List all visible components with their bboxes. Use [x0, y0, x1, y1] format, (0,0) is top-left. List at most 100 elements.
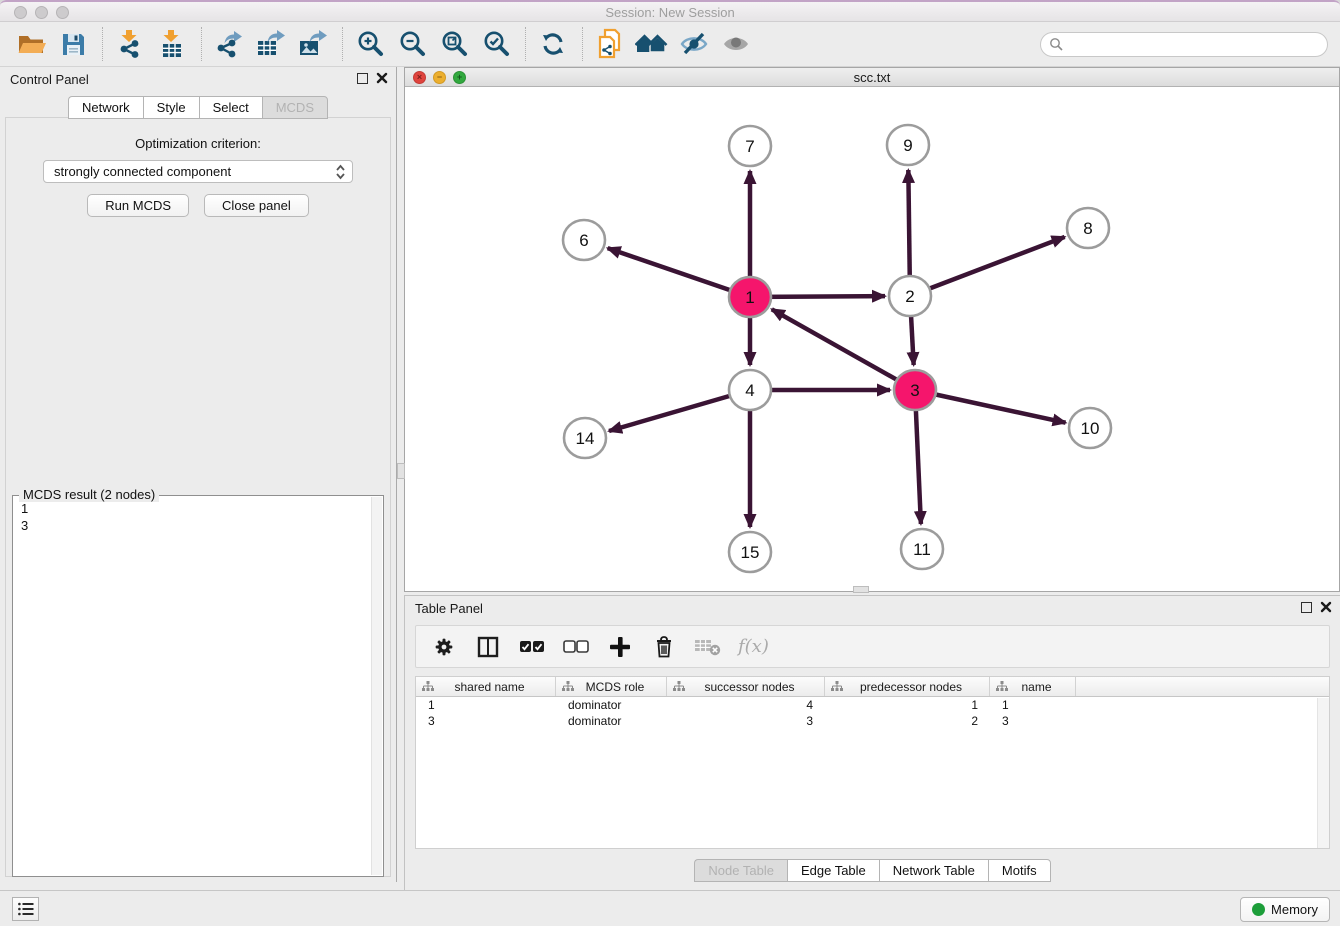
table-row[interactable]: 1dominator411 [416, 697, 1329, 713]
graph-edge-2-8[interactable] [910, 237, 1065, 296]
column-header-successor-nodes[interactable]: successor nodes [667, 677, 825, 696]
reset-view-icon[interactable] [635, 28, 669, 60]
graph-node-2[interactable]: 2 [889, 276, 931, 316]
table-settings-icon[interactable] [430, 633, 458, 661]
graph-node-10[interactable]: 10 [1069, 408, 1111, 448]
graph-node-3[interactable]: 3 [894, 370, 936, 410]
run-mcds-button[interactable]: Run MCDS [87, 194, 189, 217]
graph-node-label: 2 [905, 287, 914, 306]
graph-node-9[interactable]: 9 [887, 125, 929, 165]
tab-motifs[interactable]: Motifs [988, 859, 1051, 882]
table-cell[interactable]: dominator [556, 698, 667, 712]
select-stepper-icon [335, 163, 346, 184]
close-panel-button[interactable]: Close panel [204, 194, 309, 217]
column-header-name[interactable]: name [990, 677, 1076, 696]
table-cell[interactable]: 1 [416, 698, 556, 712]
graph-edge-3-10[interactable] [915, 390, 1066, 423]
search-box[interactable] [1040, 32, 1328, 57]
tab-style[interactable]: Style [143, 96, 199, 119]
tab-node-table[interactable]: Node Table [694, 859, 787, 882]
criterion-selected-value: strongly connected component [54, 164, 231, 179]
network-window-title: scc.txt [405, 70, 1339, 85]
refresh-icon[interactable] [536, 28, 570, 60]
table-header-row: shared nameMCDS rolesuccessor nodesprede… [416, 677, 1329, 697]
copy-current-style-icon[interactable] [593, 28, 627, 60]
zoom-in-icon[interactable] [353, 28, 387, 60]
memory-label: Memory [1271, 902, 1318, 917]
mcds-result-list: 13 [13, 496, 383, 538]
toolbar-separator [582, 27, 583, 61]
graph-node-14[interactable]: 14 [564, 418, 606, 458]
graph-node-7[interactable]: 7 [729, 126, 771, 166]
table-cell[interactable]: 4 [667, 698, 825, 712]
graph-edge-3-1[interactable] [772, 309, 915, 390]
zoom-selected-icon[interactable] [479, 28, 513, 60]
export-image-icon[interactable] [296, 28, 330, 60]
tab-select[interactable]: Select [199, 96, 262, 119]
table-cell[interactable]: 1 [825, 698, 990, 712]
deselect-all-icon[interactable] [562, 633, 590, 661]
close-table-panel-icon[interactable] [1320, 601, 1332, 613]
search-input[interactable] [1064, 35, 1327, 55]
table-cell[interactable]: 3 [990, 714, 1076, 728]
table-cell[interactable]: 3 [667, 714, 825, 728]
export-network-icon[interactable] [212, 28, 246, 60]
column-header-MCDS-role[interactable]: MCDS role [556, 677, 667, 696]
graph-node-label: 11 [913, 540, 931, 559]
mcds-result-box: MCDS result (2 nodes) 13 [12, 495, 384, 877]
table-cell[interactable]: dominator [556, 714, 667, 728]
tab-network-table[interactable]: Network Table [879, 859, 988, 882]
export-table-icon[interactable] [254, 28, 288, 60]
panel-splitter-handle[interactable] [397, 463, 405, 479]
zoom-out-icon[interactable] [395, 28, 429, 60]
table-row[interactable]: 3dominator323 [416, 713, 1329, 729]
split-columns-icon[interactable] [474, 633, 502, 661]
show-all-icon[interactable] [719, 28, 753, 60]
graph-node-8[interactable]: 8 [1067, 208, 1109, 248]
memory-button[interactable]: Memory [1240, 897, 1330, 922]
table-tabs: Node TableEdge TableNetwork TableMotifs [405, 859, 1340, 882]
column-header-shared-name[interactable]: shared name [416, 677, 556, 696]
network-zoom-button[interactable]: + [453, 71, 466, 84]
graph-node-label: 8 [1083, 219, 1092, 238]
tab-network[interactable]: Network [68, 96, 143, 119]
zoom-fit-icon[interactable] [437, 28, 471, 60]
save-session-icon[interactable] [56, 28, 90, 60]
table-cell[interactable]: 2 [825, 714, 990, 728]
open-session-icon[interactable] [14, 28, 48, 60]
table-cell[interactable]: 1 [990, 698, 1076, 712]
graph-node-1[interactable]: 1 [729, 277, 771, 317]
graph-node-4[interactable]: 4 [729, 370, 771, 410]
attribute-tree-icon [831, 681, 843, 692]
tab-mcds[interactable]: MCDS [262, 96, 328, 119]
float-panel-icon[interactable] [357, 73, 368, 84]
criterion-select[interactable]: strongly connected component [43, 160, 353, 183]
graph-node-label: 15 [741, 543, 760, 562]
column-header-predecessor-nodes[interactable]: predecessor nodes [825, 677, 990, 696]
network-canvas[interactable]: 7 9 6 8 1 2 4 3 14 10 15 11 [405, 87, 1339, 591]
graph-edge-1-6[interactable] [608, 248, 750, 297]
function-builder-icon: f(x) [738, 636, 769, 657]
network-window-titlebar: × − + scc.txt [405, 68, 1339, 87]
hide-selected-icon[interactable] [677, 28, 711, 60]
import-network-icon[interactable] [113, 28, 147, 60]
select-all-icon[interactable] [518, 633, 546, 661]
close-panel-icon[interactable] [376, 72, 388, 84]
graph-node-6[interactable]: 6 [563, 220, 605, 260]
network-close-button[interactable]: × [413, 71, 426, 84]
graph-node-15[interactable]: 15 [729, 532, 771, 572]
add-column-icon[interactable] [606, 633, 634, 661]
import-table-icon[interactable] [155, 28, 189, 60]
mcds-result-scrollbar[interactable] [371, 497, 382, 875]
tab-edge-table[interactable]: Edge Table [787, 859, 879, 882]
float-table-panel-icon[interactable] [1301, 602, 1312, 613]
task-history-button[interactable] [12, 897, 39, 921]
horizontal-splitter-handle[interactable] [853, 586, 869, 593]
graph-node-11[interactable]: 11 [901, 529, 943, 569]
network-minimize-button[interactable]: − [433, 71, 446, 84]
node-table: shared nameMCDS rolesuccessor nodesprede… [415, 676, 1330, 849]
graph-node-label: 9 [903, 136, 912, 155]
delete-column-icon[interactable] [650, 633, 678, 661]
table-cell[interactable]: 3 [416, 714, 556, 728]
table-scrollbar[interactable] [1317, 698, 1329, 848]
